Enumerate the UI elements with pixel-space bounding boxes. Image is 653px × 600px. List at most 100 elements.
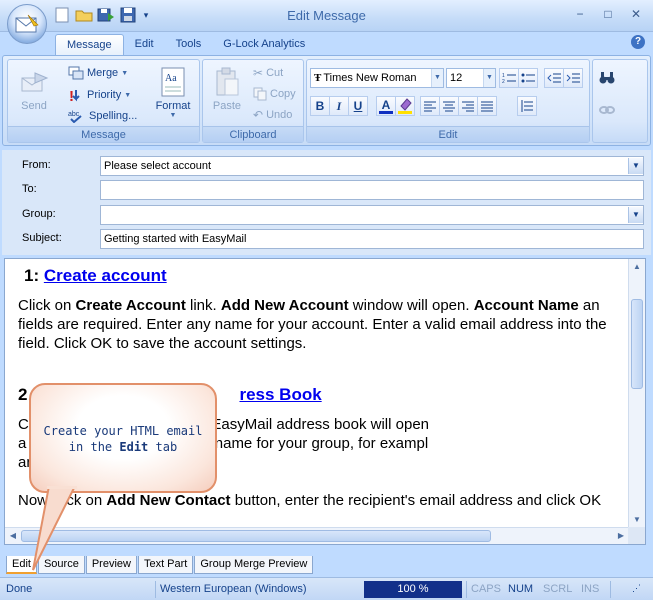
subject-field[interactable]: Getting started with EasyMail — [100, 229, 644, 249]
numbered-list-icon[interactable]: 12 — [499, 68, 519, 88]
priority-button[interactable]: ! Priority ▼ — [68, 85, 131, 105]
tab-tools[interactable]: Tools — [165, 34, 213, 56]
priority-icon: ! — [69, 88, 80, 103]
group-row: Group: ▼ — [2, 205, 651, 225]
font-name-combo[interactable]: Ŧ Times New Roman ▼ — [310, 68, 444, 88]
list-buttons: 12 — [499, 68, 538, 88]
send-icon — [18, 66, 50, 98]
callout-line-1: Create your HTML email — [43, 424, 203, 438]
scroll-right-icon[interactable]: ▶ — [613, 528, 629, 544]
view-tab-group-merge-preview[interactable]: Group Merge Preview — [194, 556, 314, 574]
text-run: Add New Contact — [106, 492, 231, 509]
format-button[interactable]: Aa Format ▼ — [151, 64, 195, 124]
group-extra — [592, 59, 648, 143]
copy-button[interactable]: Copy — [253, 84, 296, 104]
help-icon[interactable]: ? — [631, 35, 645, 49]
align-center-icon[interactable] — [439, 96, 459, 116]
group-select[interactable]: ▼ — [100, 205, 644, 225]
align-left-icon[interactable] — [420, 96, 440, 116]
increase-indent-icon[interactable] — [563, 68, 583, 88]
link-icon[interactable] — [597, 100, 617, 120]
undo-icon: ↶ — [253, 108, 264, 122]
chevron-down-icon[interactable]: ▼ — [628, 158, 643, 174]
scroll-down-icon[interactable]: ▼ — [629, 512, 645, 528]
cut-button[interactable]: ✂ Cut — [253, 63, 283, 83]
scroll-corner — [628, 527, 645, 544]
callout-pointer — [32, 486, 77, 571]
message-headers: From: Please select account ▼ To: Group:… — [2, 150, 651, 255]
status-ins: INS — [581, 583, 600, 595]
group-label: Group: — [22, 208, 56, 220]
text-run: Add New Account — [220, 297, 349, 314]
group-clipboard: Paste ✂ Cut Copy ↶ Undo Clipboard — [202, 59, 304, 143]
status-num: NUM — [508, 583, 534, 595]
horizontal-scrollbar[interactable]: ◀ ▶ — [5, 527, 629, 544]
group-clipboard-label: Clipboard — [203, 126, 303, 142]
resize-grip-icon[interactable]: ⋰ — [632, 581, 648, 598]
p1-line1: Click on Create Account link. Add New Ac… — [18, 297, 600, 314]
align-right-icon[interactable] — [458, 96, 478, 116]
create-account-link[interactable]: Create account — [44, 266, 167, 285]
decrease-indent-icon[interactable] — [544, 68, 564, 88]
minimize-button[interactable]: − — [567, 4, 593, 24]
tab-g-lock-analytics[interactable]: G-Lock Analytics — [212, 34, 316, 56]
text-run: link. — [185, 297, 221, 314]
tab-message[interactable]: Message — [55, 34, 124, 56]
close-button[interactable]: ✕ — [623, 4, 649, 24]
callout-line-2: in the Edit tab — [68, 440, 178, 454]
vertical-scrollbar[interactable]: ▲ ▼ — [628, 259, 645, 528]
ribbon: Send Merge ▼ ! Priority ▼ abc Spelling... … — [2, 55, 651, 146]
paragraph-format-icon[interactable] — [517, 96, 537, 116]
align-buttons — [420, 96, 497, 116]
window-title: Edit Message — [287, 8, 366, 23]
status-zoom[interactable]: 100 % — [364, 581, 462, 598]
highlight-icon[interactable] — [395, 96, 415, 116]
address-book-link[interactable]: ress Book — [239, 385, 321, 404]
envelope-icon — [15, 14, 39, 33]
scroll-up-icon[interactable]: ▲ — [629, 259, 645, 275]
italic-button[interactable]: I — [329, 96, 349, 116]
underline-button[interactable]: U — [348, 96, 368, 116]
merge-button[interactable]: Merge ▼ — [68, 63, 128, 83]
view-tab-text-part[interactable]: Text Part — [137, 556, 194, 574]
bold-button[interactable]: B — [310, 96, 330, 116]
group-edit: Ŧ Times New Roman ▼ 12 ▼ 12 B I U A Edit — [306, 59, 590, 143]
font-dropdown-icon[interactable]: ▼ — [431, 69, 443, 87]
title-bar: ▾ Edit Message − □ ✕ — [0, 0, 653, 44]
text-run: window will open. — [348, 297, 474, 314]
svg-text:2: 2 — [502, 79, 505, 84]
text-run: Click on — [18, 297, 76, 314]
truetype-icon: Ŧ — [314, 72, 322, 84]
status-encoding: Western European (Windows) — [160, 583, 307, 595]
from-row: From: Please select account ▼ — [2, 156, 651, 176]
font-color-button[interactable]: A — [376, 96, 396, 116]
find-icon[interactable] — [597, 68, 617, 88]
p3-line1: Now click on Add New Contact button, ent… — [18, 492, 601, 509]
undo-button[interactable]: ↶ Undo — [253, 105, 292, 125]
scroll-left-icon[interactable]: ◀ — [5, 528, 21, 544]
chevron-down-icon[interactable]: ▼ — [628, 207, 643, 223]
from-select[interactable]: Please select account ▼ — [100, 156, 644, 176]
justify-icon[interactable] — [477, 96, 497, 116]
maximize-button[interactable]: □ — [595, 4, 621, 24]
status-bar: Done Western European (Windows) 100 % CA… — [0, 577, 653, 600]
tab-edit[interactable]: Edit — [124, 34, 165, 56]
send-button[interactable]: Send — [14, 64, 54, 124]
text-run: an — [578, 297, 600, 314]
text-run: button, enter the recipient's email addr… — [230, 492, 602, 509]
paste-button[interactable]: Paste — [207, 64, 247, 124]
size-dropdown-icon[interactable]: ▼ — [483, 69, 495, 87]
spelling-button[interactable]: abc Spelling... — [68, 106, 137, 126]
status-text: Done — [6, 583, 33, 595]
format-dropdown-icon: ▼ — [169, 112, 177, 119]
copy-icon — [253, 87, 267, 101]
office-button[interactable] — [7, 4, 47, 44]
ribbon-tabs: Message Edit Tools G-Lock Analytics — [55, 34, 316, 56]
indent-buttons — [544, 68, 583, 88]
vertical-scroll-thumb[interactable] — [631, 299, 643, 389]
paragraph-buttons — [517, 96, 537, 116]
to-row: To: — [2, 180, 651, 200]
to-field[interactable] — [100, 180, 644, 200]
bulleted-list-icon[interactable] — [518, 68, 538, 88]
font-size-combo[interactable]: 12 ▼ — [446, 68, 496, 88]
